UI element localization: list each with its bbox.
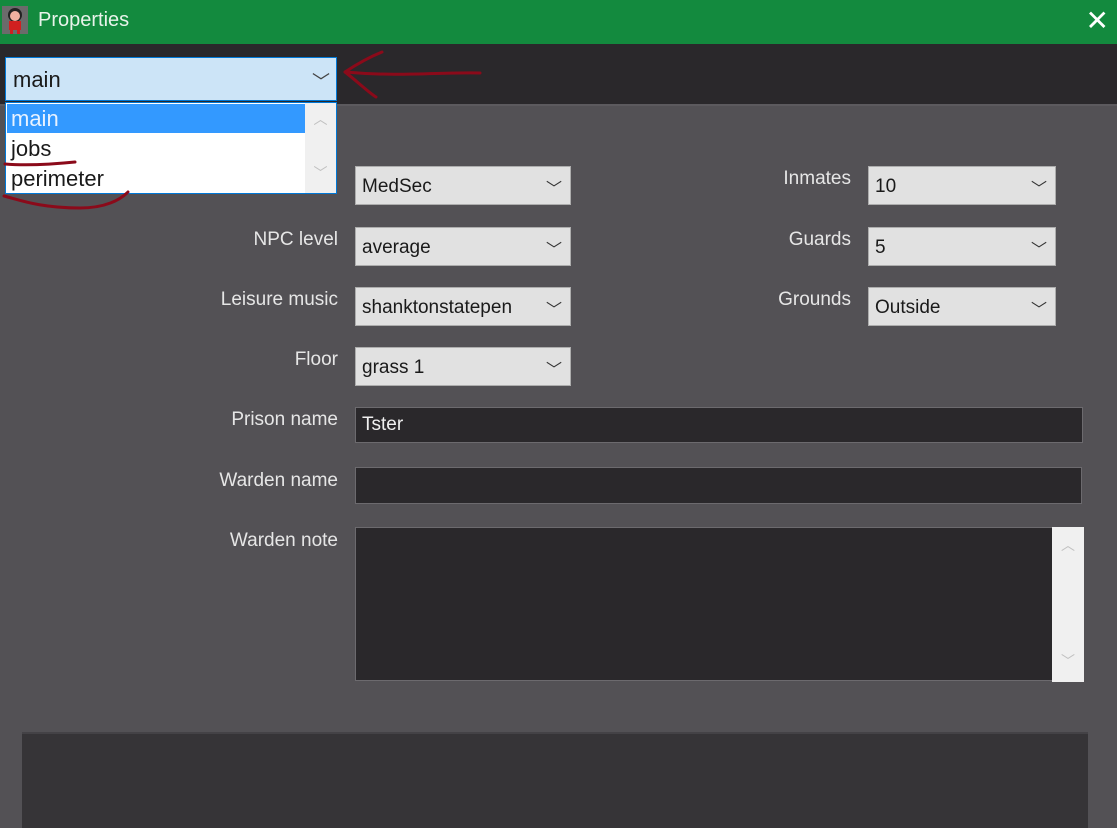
prison-name-input[interactable]: Tster xyxy=(355,407,1083,443)
guards-label: Guards xyxy=(788,229,851,250)
select-value: Outside xyxy=(875,297,941,318)
chevron-down-icon[interactable]: ﹀ xyxy=(1052,555,1084,671)
leisure-music-label: Leisure music xyxy=(220,289,338,310)
app-icon xyxy=(2,6,28,34)
window-title: Properties xyxy=(38,9,130,31)
dropdown-option-perimeter[interactable]: perimeter xyxy=(7,164,305,193)
select-value: MedSec xyxy=(362,176,432,197)
leisure-music-select[interactable]: shanktonstatepen ﹀ xyxy=(355,287,571,326)
warden-note-label: Warden note xyxy=(229,530,338,551)
dropdown-option-jobs[interactable]: jobs xyxy=(7,134,305,163)
grounds-select[interactable]: Outside ﹀ xyxy=(868,287,1056,326)
chevron-down-icon: ﹀ xyxy=(545,181,562,198)
chevron-up-icon[interactable]: ︿ xyxy=(305,103,336,129)
chevron-up-icon[interactable]: ︿ xyxy=(1052,527,1084,555)
npc-level-select[interactable]: average ﹀ xyxy=(355,227,571,266)
select-value: 10 xyxy=(875,176,897,197)
section-dropdown-list: main jobs perimeter ︿ ﹀ xyxy=(5,102,337,194)
chevron-down-icon[interactable]: ﹀ xyxy=(312,68,330,94)
security-select[interactable]: MedSec ﹀ xyxy=(355,166,571,205)
inmates-select[interactable]: 10 ﹀ xyxy=(868,166,1056,205)
section-dropdown-value: main xyxy=(13,67,61,92)
chevron-down-icon: ﹀ xyxy=(545,362,562,379)
title-bar: Properties ✕ xyxy=(0,0,1117,44)
warden-name-label: Warden name xyxy=(219,470,338,491)
bottom-panel xyxy=(22,732,1088,828)
prison-name-label: Prison name xyxy=(231,409,338,430)
select-value: 5 xyxy=(875,237,886,258)
chevron-down-icon: ﹀ xyxy=(545,302,562,319)
select-value: average xyxy=(362,237,431,258)
select-value: grass 1 xyxy=(362,357,425,378)
warden-note-textarea[interactable] xyxy=(355,527,1052,681)
floor-select[interactable]: grass 1 ﹀ xyxy=(355,347,571,386)
select-value: shanktonstatepen xyxy=(362,297,513,318)
inmates-label: Inmates xyxy=(783,168,851,189)
dropdown-option-main[interactable]: main xyxy=(7,104,305,133)
section-dropdown[interactable]: main ﹀ xyxy=(5,57,337,101)
dropdown-scrollbar[interactable]: ︿ ﹀ xyxy=(305,103,336,193)
close-icon[interactable]: ✕ xyxy=(1086,4,1109,37)
chevron-down-icon[interactable]: ﹀ xyxy=(305,129,336,183)
floor-label: Floor xyxy=(294,349,338,370)
chevron-down-icon: ﹀ xyxy=(1030,302,1047,319)
warden-note-scrollbar[interactable]: ︿ ﹀ xyxy=(1052,527,1084,682)
chevron-down-icon: ﹀ xyxy=(1030,242,1047,259)
grounds-label: Grounds xyxy=(778,289,851,310)
chevron-down-icon: ﹀ xyxy=(545,242,562,259)
npc-level-label: NPC level xyxy=(253,229,338,250)
chevron-down-icon: ﹀ xyxy=(1030,181,1047,198)
guards-select[interactable]: 5 ﹀ xyxy=(868,227,1056,266)
warden-name-input[interactable] xyxy=(355,467,1082,504)
